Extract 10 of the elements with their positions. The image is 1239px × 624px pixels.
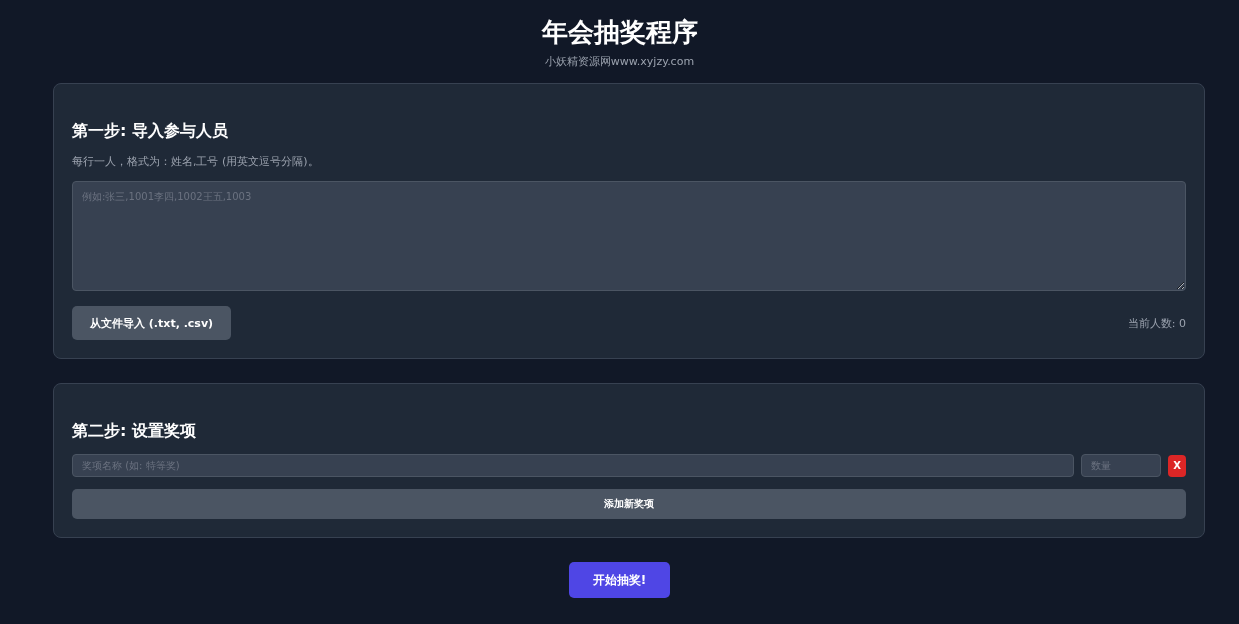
app-title: 年会抽奖程序 [541,16,698,49]
remove-prize-button[interactable]: X [1168,454,1186,477]
add-prize-button[interactable]: 添加新奖项 [72,489,1186,519]
start-draw-button[interactable]: 开始抽奖! [568,562,671,598]
step-heading: 第一步: 导入参与人员 [72,120,229,142]
subtitle: 小妖精资源网www.xyjzy.com [544,54,695,69]
format-hint: 每行一人，格式为：姓名,工号 (用英文逗号分隔)。 [72,154,320,169]
participant-count: 当前人数: 0 [1127,315,1186,331]
import-file-button[interactable]: 从文件导入 (.txt, .csv) [72,306,232,340]
step-heading: 第二步: 设置奖项 [72,420,197,442]
